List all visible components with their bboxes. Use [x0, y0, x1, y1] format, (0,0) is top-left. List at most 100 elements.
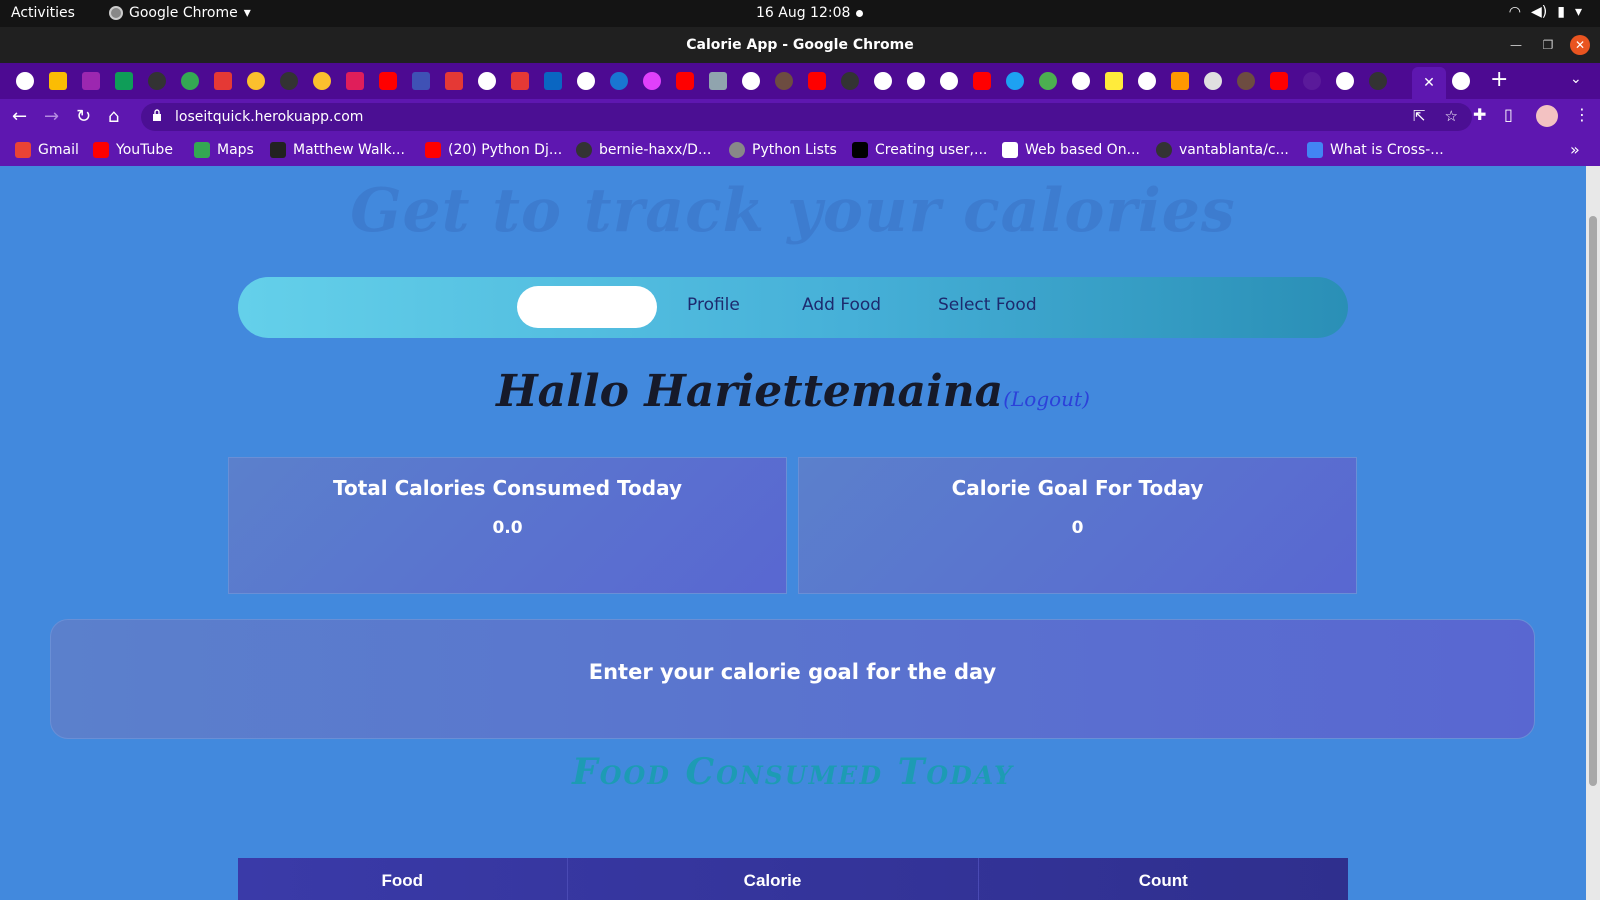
maximize-icon[interactable]: ❐	[1538, 35, 1558, 55]
bookmark-maps[interactable]: Maps	[194, 142, 254, 158]
bookmark-vantablanta[interactable]: vantablanta/c...	[1156, 142, 1289, 158]
lock-icon	[153, 109, 161, 121]
tab-github-icon[interactable]	[1369, 72, 1387, 90]
nav-add-food-link[interactable]: Add Food	[802, 295, 881, 315]
tab-site-icon[interactable]	[247, 72, 265, 90]
tab-youtube-icon[interactable]	[1270, 72, 1288, 90]
scrollbar-thumb[interactable]	[1589, 216, 1597, 786]
page-scrollbar[interactable]	[1586, 166, 1600, 900]
bookmark-matthew[interactable]: Matthew Walk...	[270, 142, 405, 158]
profile-avatar[interactable]	[1536, 105, 1558, 127]
tab-globe-icon[interactable]	[1452, 72, 1470, 90]
system-tray[interactable]: ◠ ◀) ▮ ▾	[1509, 4, 1582, 20]
volume-icon: ◀)	[1531, 4, 1548, 20]
notification-dot-icon	[856, 10, 863, 17]
tab-site-icon[interactable]	[412, 72, 430, 90]
bookmark-web-based[interactable]: Web based On...	[1002, 142, 1140, 158]
active-tab-close-icon[interactable]: ✕	[1412, 67, 1446, 99]
bookmark-python-lists[interactable]: Python Lists	[729, 142, 837, 158]
tab-youtube-icon[interactable]	[676, 72, 694, 90]
bookmark-gmail[interactable]: Gmail	[15, 142, 79, 158]
tab-site-icon[interactable]	[1237, 72, 1255, 90]
forward-icon[interactable]: →	[44, 106, 59, 127]
back-icon[interactable]: ←	[12, 106, 27, 127]
wifi-icon: ◠	[1508, 4, 1522, 20]
reload-icon[interactable]: ↻	[76, 106, 91, 127]
tab-settings-icon[interactable]	[1204, 72, 1222, 90]
tab-linkedin-icon[interactable]	[544, 72, 562, 90]
caret-down-icon: ▾	[1574, 4, 1582, 20]
tab-google-icon[interactable]	[478, 72, 496, 90]
tab-globe-icon[interactable]	[742, 72, 760, 90]
tab-site-icon[interactable]	[181, 72, 199, 90]
site-icon	[1002, 142, 1018, 158]
logout-link[interactable]: (Logout)	[1003, 387, 1090, 411]
minimize-icon[interactable]: —	[1506, 35, 1526, 55]
tab-site-icon[interactable]	[709, 72, 727, 90]
tab-globe-icon[interactable]	[1072, 72, 1090, 90]
bookmark-cross[interactable]: What is Cross-...	[1307, 142, 1444, 158]
tab-slack-icon[interactable]	[346, 72, 364, 90]
tab-google-icon[interactable]	[1138, 72, 1156, 90]
address-bar[interactable]: loseitquick.herokuapp.com ⇱ ☆	[141, 103, 1472, 131]
bookmark-python-dj[interactable]: (20) Python Dj...	[425, 142, 562, 158]
app-name: Google Chrome	[129, 5, 238, 21]
tab-github-icon[interactable]	[148, 72, 166, 90]
tab-youtube-icon[interactable]	[973, 72, 991, 90]
tab-sheets-icon[interactable]	[115, 72, 133, 90]
home-icon[interactable]: ⌂	[108, 106, 119, 127]
tab-site-icon[interactable]	[511, 72, 529, 90]
calorie-goal-form[interactable]: Enter your calorie goal for the day	[50, 619, 1535, 739]
close-window-icon[interactable]: ✕	[1570, 35, 1590, 55]
new-tab-icon[interactable]: +	[1490, 67, 1508, 92]
youtube-icon	[93, 142, 109, 158]
nav-home-button[interactable]	[517, 286, 657, 328]
nav-profile-link[interactable]: Profile	[687, 295, 740, 315]
bookmark-star-icon[interactable]: ☆	[1445, 107, 1458, 125]
youtube-icon	[425, 142, 441, 158]
hero-title: Get to track your calories	[350, 176, 1236, 246]
side-panel-icon[interactable]: ▯	[1504, 105, 1513, 124]
tab-site-icon[interactable]	[775, 72, 793, 90]
tab-site-icon[interactable]	[445, 72, 463, 90]
column-header-food: Food	[238, 858, 568, 900]
tab-site-icon[interactable]	[1105, 72, 1123, 90]
clock[interactable]: 16 Aug 12:08	[756, 5, 850, 21]
tab-site-icon[interactable]	[1171, 72, 1189, 90]
more-bookmarks-icon[interactable]: »	[1570, 140, 1580, 159]
bookmark-creating-user[interactable]: Creating user,...	[852, 142, 987, 158]
tab-youtube-icon[interactable]	[808, 72, 826, 90]
extensions-icon[interactable]: ✚	[1473, 105, 1486, 124]
tab-globe-icon[interactable]	[940, 72, 958, 90]
tab-site-icon[interactable]	[610, 72, 628, 90]
bookmark-youtube[interactable]: YouTube	[93, 142, 173, 158]
tab-google-icon[interactable]	[16, 72, 34, 90]
calorie-goal-value: 0	[1071, 518, 1084, 538]
greeting-text: Hallo Hariettemaina	[496, 366, 1004, 417]
tab-site-icon[interactable]	[1303, 72, 1321, 90]
menu-icon[interactable]: ⋮	[1574, 105, 1590, 124]
nav-select-food-link[interactable]: Select Food	[938, 295, 1037, 315]
medium-icon	[852, 142, 868, 158]
tab-github-icon[interactable]	[280, 72, 298, 90]
globe-icon	[729, 142, 745, 158]
bookmark-bernie-haxx[interactable]: bernie-haxx/D...	[576, 142, 711, 158]
tab-github-icon[interactable]	[841, 72, 859, 90]
tab-google-icon[interactable]	[577, 72, 595, 90]
tab-twitter-icon[interactable]	[1006, 72, 1024, 90]
tab-youtube-icon[interactable]	[379, 72, 397, 90]
tab-site-icon[interactable]	[643, 72, 661, 90]
app-menu[interactable]: Google Chrome ▾	[109, 5, 251, 21]
tab-search-icon[interactable]: ⌄	[1570, 71, 1582, 87]
tab-site-icon[interactable]	[82, 72, 100, 90]
activities-button[interactable]: Activities	[11, 5, 75, 21]
tab-site-icon[interactable]	[214, 72, 232, 90]
tab-globe-icon[interactable]	[907, 72, 925, 90]
share-icon[interactable]: ⇱	[1413, 107, 1426, 125]
tab-slides-icon[interactable]	[49, 72, 67, 90]
tab-globe-icon[interactable]	[874, 72, 892, 90]
tab-globe-icon[interactable]	[1336, 72, 1354, 90]
tab-site-icon[interactable]	[1039, 72, 1057, 90]
github-icon	[1156, 142, 1172, 158]
tab-site-icon[interactable]	[313, 72, 331, 90]
